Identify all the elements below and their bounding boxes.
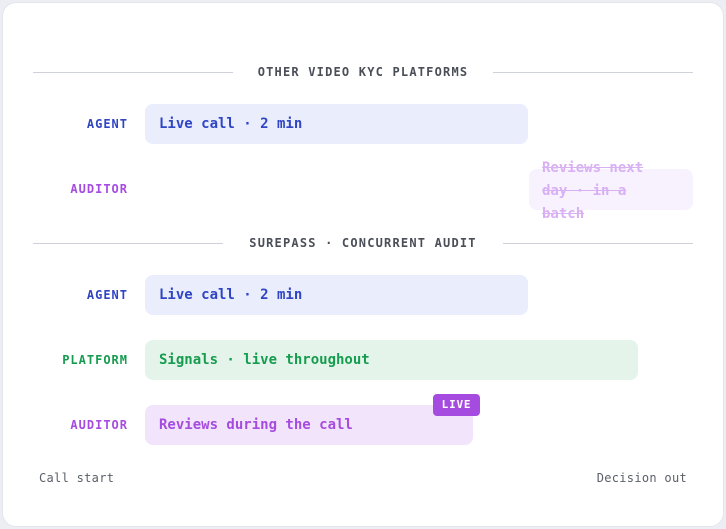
axis-start-label: Call start: [39, 471, 115, 485]
row-label-agent: AGENT: [86, 288, 128, 302]
row-label-platform: PLATFORM: [62, 353, 128, 367]
divider-line: [493, 72, 693, 73]
row-label-auditor: AUDITOR: [70, 418, 128, 432]
auditor-concurrent-review-bar: Reviews during the call: [145, 405, 473, 445]
agent-live-call-bar: Live call · 2 min: [145, 104, 528, 144]
section-divider-surepass: SUREPASS · CONCURRENT AUDIT: [33, 236, 693, 250]
row-label-auditor: AUDITOR: [70, 182, 128, 196]
comparison-card: [2, 2, 724, 527]
auditor-batch-review-text: Reviews next day · in a batch: [542, 160, 644, 222]
agent-live-call-bar: Live call · 2 min: [145, 275, 528, 315]
platform-signals-bar: Signals · live throughout: [145, 340, 638, 380]
axis-end-label: Decision out: [596, 471, 687, 485]
row-label-agent: AGENT: [86, 117, 128, 131]
live-badge: LIVE: [433, 394, 480, 416]
section-divider-other: OTHER VIDEO KYC PLATFORMS: [33, 65, 693, 79]
divider-line: [503, 243, 693, 244]
